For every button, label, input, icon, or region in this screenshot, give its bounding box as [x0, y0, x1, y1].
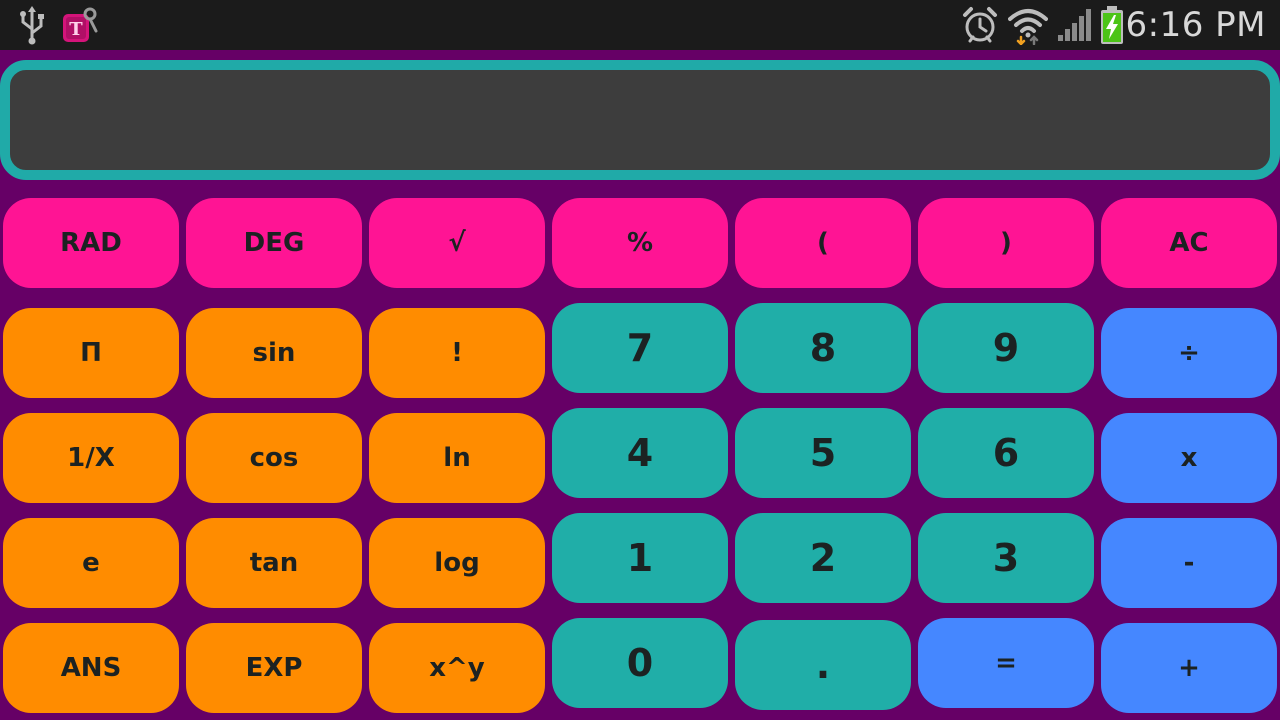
rad-button[interactable]: RAD — [3, 198, 179, 288]
digit-2-button[interactable]: 2 — [735, 513, 911, 603]
ln-button[interactable]: ln — [369, 413, 545, 503]
digit-9-button[interactable]: 9 — [918, 303, 1094, 393]
percent-button[interactable]: % — [552, 198, 728, 288]
digit-3-button[interactable]: 3 — [918, 513, 1094, 603]
ans-button[interactable]: ANS — [3, 623, 179, 713]
deg-button[interactable]: DEG — [186, 198, 362, 288]
svg-text:T: T — [69, 19, 83, 40]
plus-button[interactable]: + — [1101, 623, 1277, 713]
multiply-button[interactable]: x — [1101, 413, 1277, 503]
digit-5-button[interactable]: 5 — [735, 408, 911, 498]
reciprocal-button[interactable]: 1/X — [3, 413, 179, 503]
close-paren-button[interactable]: ) — [918, 198, 1094, 288]
calculator-app: T 6:16 PM RAD DEG √ % () AC Π sin ! 7 8… — [0, 0, 1280, 720]
sin-button[interactable]: sin — [186, 308, 362, 398]
digit-7-button[interactable]: 7 — [552, 303, 728, 393]
tan-button[interactable]: tan — [186, 518, 362, 608]
battery-charging-icon — [1098, 0, 1126, 50]
all-clear-button[interactable]: AC — [1101, 198, 1277, 288]
digit-1-button[interactable]: 1 — [552, 513, 728, 603]
minus-button[interactable]: - — [1101, 518, 1277, 608]
calculator-display — [0, 60, 1280, 180]
decimal-point-button[interactable]: . — [735, 620, 911, 710]
cos-button[interactable]: cos — [186, 413, 362, 503]
pi-button[interactable]: Π — [3, 308, 179, 398]
signal-icon — [1056, 0, 1092, 50]
e-button[interactable]: e — [3, 518, 179, 608]
open-paren-button[interactable]: ( — [735, 198, 911, 288]
power-button[interactable]: x^y — [369, 623, 545, 713]
usb-icon — [18, 0, 46, 50]
t-mobile-app-icon: T — [60, 0, 100, 50]
log-button[interactable]: log — [369, 518, 545, 608]
digit-4-button[interactable]: 4 — [552, 408, 728, 498]
status-time: 6:16 PM — [1125, 5, 1266, 45]
digit-6-button[interactable]: 6 — [918, 408, 1094, 498]
digit-8-button[interactable]: 8 — [735, 303, 911, 393]
alarm-icon — [962, 0, 998, 50]
factorial-button[interactable]: ! — [369, 308, 545, 398]
digit-0-button[interactable]: 0 — [552, 618, 728, 708]
sqrt-button[interactable]: √ — [369, 198, 545, 288]
equals-button[interactable]: = — [918, 618, 1094, 708]
divide-button[interactable]: ÷ — [1101, 308, 1277, 398]
status-bar: T 6:16 PM — [0, 0, 1280, 50]
exp-button[interactable]: EXP — [186, 623, 362, 713]
wifi-icon — [1008, 0, 1048, 50]
